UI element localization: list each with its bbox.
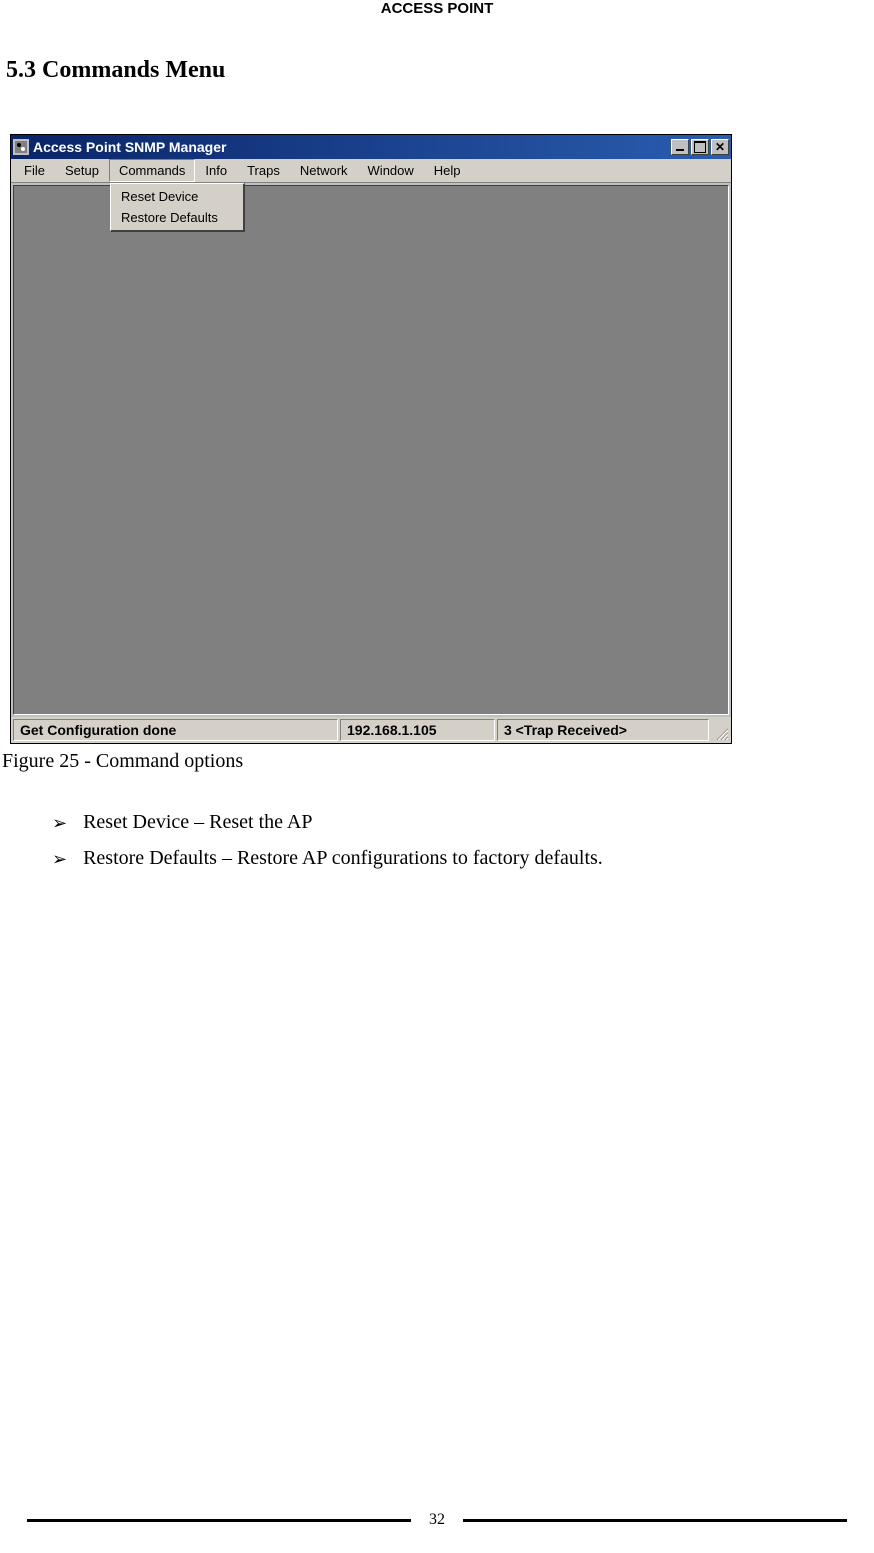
list-item: ➢ Restore Defaults – Restore AP configur… xyxy=(52,847,874,871)
menu-info[interactable]: Info xyxy=(195,159,237,182)
bullet-icon: ➢ xyxy=(52,847,67,871)
window-controls: ✕ xyxy=(671,139,729,155)
page-footer: 32 xyxy=(0,1511,874,1529)
menu-help[interactable]: Help xyxy=(424,159,471,182)
bullet-icon: ➢ xyxy=(52,811,67,835)
section-heading: 5.3 Commands Menu xyxy=(6,57,874,84)
figure-caption: Figure 25 - Command options xyxy=(2,750,874,773)
window-body xyxy=(13,185,729,715)
statusbar: Get Configuration done 192.168.1.105 3 <… xyxy=(11,717,731,743)
menubar: File Setup Commands Info Traps Network W… xyxy=(11,159,731,183)
status-ip: 192.168.1.105 xyxy=(340,719,495,741)
minimize-button[interactable] xyxy=(671,139,689,155)
menu-file[interactable]: File xyxy=(14,159,55,182)
resize-grip[interactable] xyxy=(711,719,729,741)
page-header-text: ACCESS POINT xyxy=(381,0,494,17)
page-number: 32 xyxy=(429,1511,445,1529)
footer-line-right xyxy=(463,1519,847,1522)
app-window: Access Point SNMP Manager ✕ File Setup C… xyxy=(10,134,732,744)
page-header: ACCESS POINT xyxy=(0,0,874,17)
titlebar[interactable]: Access Point SNMP Manager ✕ xyxy=(11,135,731,159)
menu-network[interactable]: Network xyxy=(290,159,358,182)
section-heading-text: 5.3 Commands Menu xyxy=(6,57,225,83)
status-message: Get Configuration done xyxy=(13,719,338,741)
close-button[interactable]: ✕ xyxy=(711,139,729,155)
window-title: Access Point SNMP Manager xyxy=(33,139,226,155)
app-icon xyxy=(13,139,29,155)
commands-dropdown: Reset Device Restore Defaults xyxy=(110,183,245,232)
figure-caption-text: Figure 25 - Command options xyxy=(2,750,243,772)
maximize-button[interactable] xyxy=(691,139,709,155)
bullet-text: Restore Defaults – Restore AP configurat… xyxy=(83,847,603,870)
menu-commands[interactable]: Commands xyxy=(109,159,195,182)
menu-traps[interactable]: Traps xyxy=(237,159,290,182)
footer-line-left xyxy=(27,1519,411,1522)
bullet-text: Reset Device – Reset the AP xyxy=(83,811,312,834)
menu-setup[interactable]: Setup xyxy=(55,159,109,182)
status-trap: 3 <Trap Received> xyxy=(497,719,709,741)
dropdown-reset-device[interactable]: Reset Device xyxy=(113,186,241,207)
menu-window[interactable]: Window xyxy=(358,159,424,182)
bullet-list: ➢ Reset Device – Reset the AP ➢ Restore … xyxy=(52,811,874,871)
list-item: ➢ Reset Device – Reset the AP xyxy=(52,811,874,835)
titlebar-left: Access Point SNMP Manager xyxy=(13,139,226,155)
dropdown-restore-defaults[interactable]: Restore Defaults xyxy=(113,207,241,228)
